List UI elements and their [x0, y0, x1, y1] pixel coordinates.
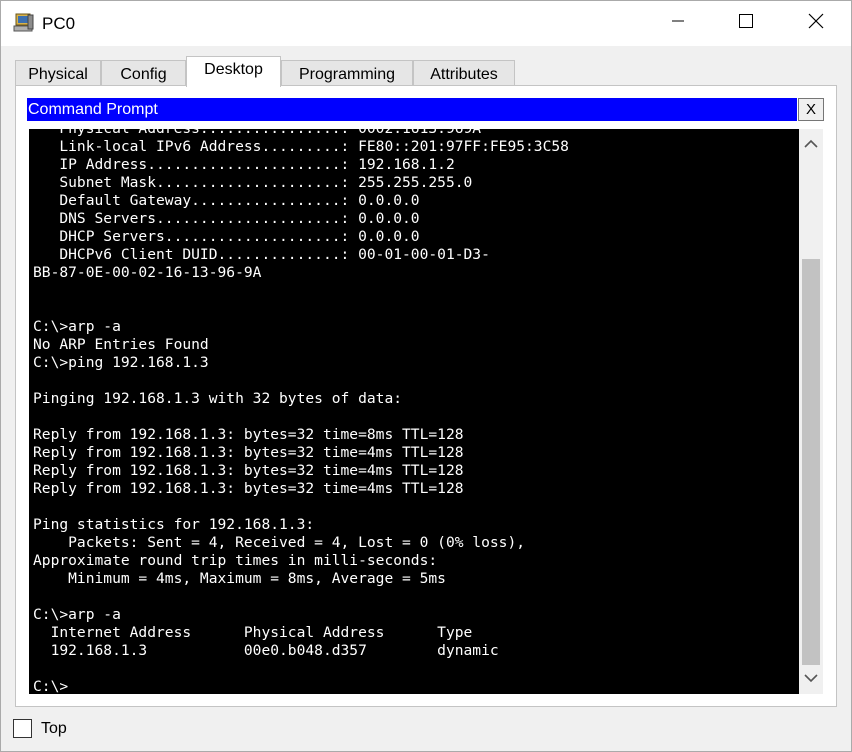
terminal-line: DNS Servers.....................: 0.0.0.… [33, 210, 420, 227]
close-icon [808, 13, 824, 34]
close-button[interactable] [793, 1, 839, 46]
tab-physical[interactable]: Physical [15, 60, 101, 86]
terminal-line: Default Gateway.................: 0.0.0.… [33, 192, 420, 209]
pc-icon [13, 13, 35, 33]
terminal-line: Physical Address................: 0002.1… [33, 129, 569, 138]
terminal-line: C:\> [33, 678, 69, 694]
chevron-up-icon [804, 135, 818, 153]
minimize-button[interactable] [655, 1, 701, 46]
app-window: PC0 Physical Config Desktop Programming … [0, 0, 852, 752]
terminal-output[interactable]: Physical Address................: 0002.1… [29, 129, 799, 694]
terminal-line: Internet Address Physical Address Type [33, 624, 473, 641]
terminal-scrollbar[interactable] [799, 129, 823, 694]
terminal-line: Link-local IPv6 Address.........: FE80::… [33, 138, 569, 155]
terminal-line: Packets: Sent = 4, Received = 4, Lost = … [33, 534, 526, 551]
minimize-icon [671, 14, 685, 33]
tab-desktop[interactable]: Desktop [186, 56, 281, 87]
terminal-line: Reply from 192.168.1.3: bytes=32 time=4m… [33, 480, 464, 497]
window-title: PC0 [42, 14, 76, 33]
chevron-down-icon [804, 670, 818, 688]
terminal-line: Subnet Mask.....................: 255.25… [33, 174, 473, 191]
command-prompt-close-button[interactable]: X [798, 98, 824, 121]
maximize-button[interactable] [723, 1, 769, 46]
scroll-up-button[interactable] [799, 129, 823, 159]
terminal-line: C:\>arp -a [33, 318, 121, 335]
terminal-line: Reply from 192.168.1.3: bytes=32 time=4m… [33, 444, 464, 461]
terminal-line: C:\>ping 192.168.1.3 [33, 354, 209, 371]
terminal-text: Physical Address................: 0002.1… [33, 129, 569, 694]
terminal-line: No ARP Entries Found [33, 336, 209, 353]
terminal-line: BB-87-0E-00-02-16-13-96-9A [33, 264, 262, 281]
terminal-line: Approximate round trip times in milli-se… [33, 552, 438, 569]
tab-attributes[interactable]: Attributes [413, 60, 515, 86]
maximize-icon [739, 14, 753, 33]
top-checkbox[interactable] [13, 719, 32, 738]
terminal-line: DHCP Servers....................: 0.0.0.… [33, 228, 420, 245]
terminal-line: Minimum = 4ms, Maximum = 8ms, Average = … [33, 570, 446, 587]
terminal-line: Pinging 192.168.1.3 with 32 bytes of dat… [33, 390, 403, 407]
top-label: Top [41, 720, 67, 737]
tab-bar: Physical Config Desktop Programming Attr… [15, 56, 835, 87]
scroll-down-button[interactable] [799, 664, 823, 694]
terminal-line: 192.168.1.3 00e0.b048.d357 dynamic [33, 642, 499, 659]
tab-programming[interactable]: Programming [281, 60, 413, 86]
terminal-line: DHCPv6 Client DUID..............: 00-01-… [33, 246, 490, 263]
tab-config[interactable]: Config [101, 60, 186, 86]
terminal-line: Ping statistics for 192.168.1.3: [33, 516, 315, 533]
scroll-thumb[interactable] [802, 259, 820, 665]
terminal-line: Reply from 192.168.1.3: bytes=32 time=4m… [33, 462, 464, 479]
terminal-line: IP Address......................: 192.16… [33, 156, 455, 173]
title-bar: PC0 [1, 1, 851, 46]
terminal-line: C:\>arp -a [33, 606, 121, 623]
command-prompt-title: Command Prompt [27, 98, 797, 121]
terminal-line: Reply from 192.168.1.3: bytes=32 time=8m… [33, 426, 464, 443]
